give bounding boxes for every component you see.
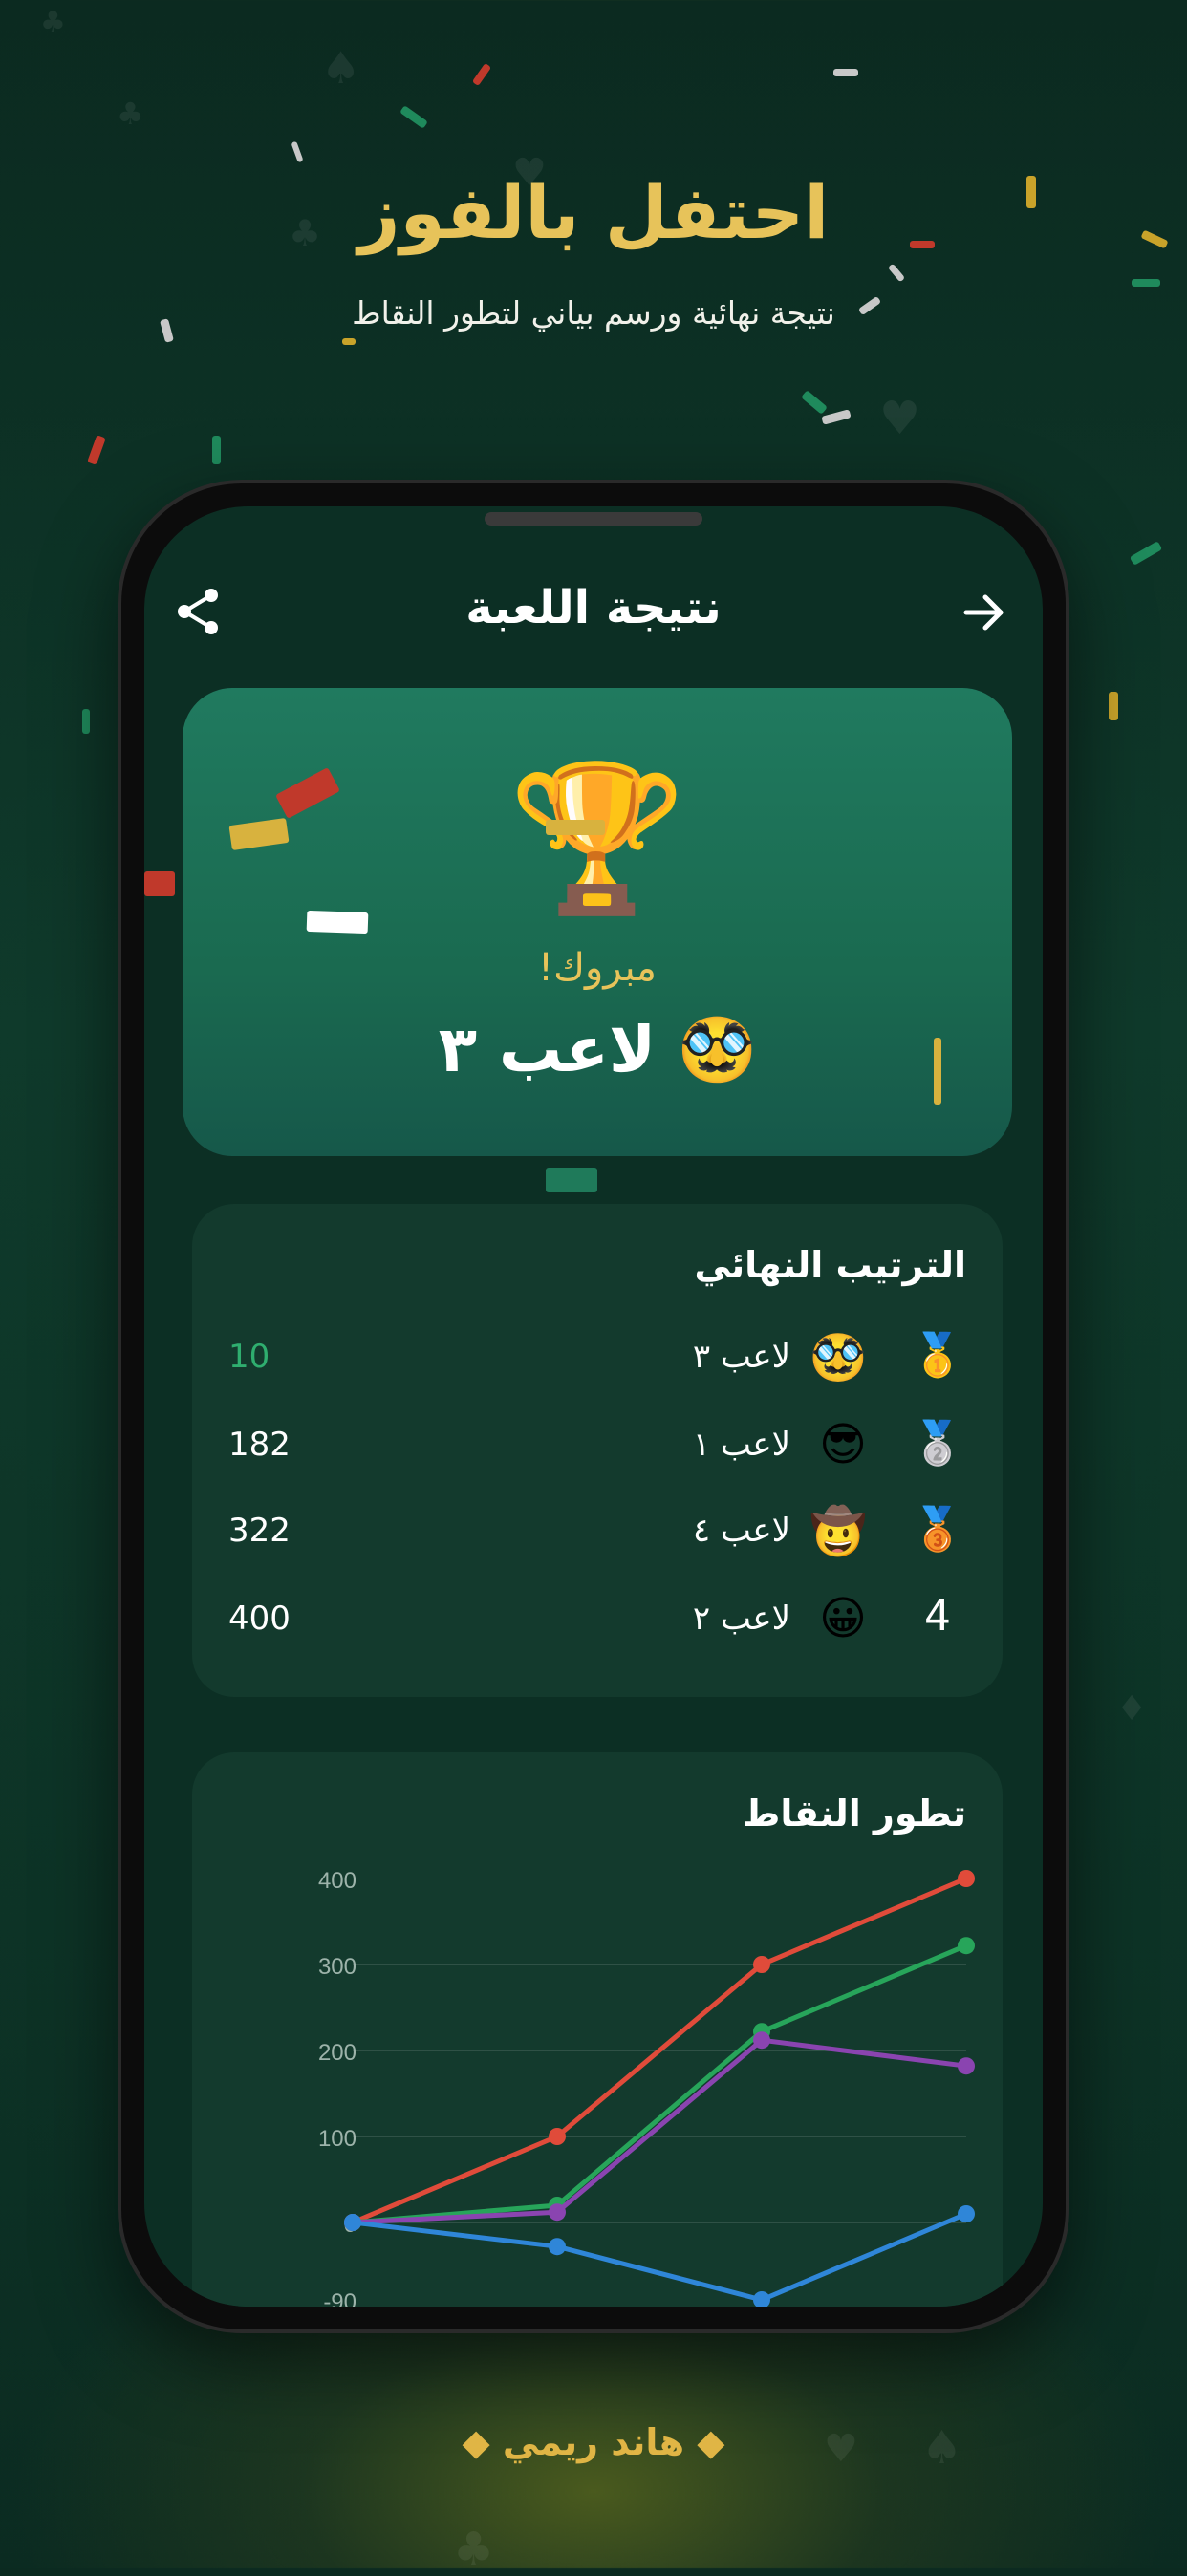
club-icon: ♣ bbox=[40, 6, 66, 39]
data-point bbox=[958, 1937, 975, 1955]
player-name: لاعب ٢ bbox=[692, 1599, 790, 1638]
ranking-title: الترتيب النهائي bbox=[694, 1244, 966, 1286]
data-point bbox=[753, 2291, 770, 2307]
confetti-piece bbox=[546, 820, 605, 835]
rank-number: 4 bbox=[924, 1592, 951, 1641]
player-score: 182 bbox=[228, 1426, 291, 1464]
confetti-piece bbox=[212, 436, 221, 464]
confetti-piece bbox=[306, 910, 369, 934]
player-avatar: 😎 bbox=[818, 1418, 867, 1471]
winner-name-text: لاعب ٣ bbox=[438, 1013, 657, 1086]
winner-name: 🥸 لاعب ٣ bbox=[183, 1013, 1012, 1087]
brand-footer: ◆ هاند ريمي ◆ bbox=[462, 2421, 725, 2463]
page-title: نتيجة اللعبة bbox=[465, 581, 722, 634]
hero-title: احتفل بالفوز bbox=[357, 170, 830, 255]
data-point bbox=[344, 2214, 361, 2231]
silver-medal-icon: 🥈 bbox=[911, 1419, 964, 1468]
confetti-piece bbox=[82, 709, 90, 734]
y-tick-label: 200 bbox=[318, 2040, 356, 2066]
player-avatar: 😀 bbox=[818, 1592, 867, 1645]
data-point bbox=[753, 1956, 770, 1973]
data-point bbox=[958, 2205, 975, 2222]
ranking-row: 🥇 🥸 لاعب ٣ 10 bbox=[228, 1322, 966, 1389]
ranking-row: 🥉 🤠 لاعب ٤ 322 bbox=[228, 1496, 966, 1563]
ranking-row: 🥈 😎 لاعب ١ 182 bbox=[228, 1410, 966, 1477]
player-score: 400 bbox=[228, 1599, 291, 1638]
confetti-piece bbox=[399, 105, 428, 129]
y-tick-label: -90 bbox=[323, 2289, 356, 2307]
player-score: 322 bbox=[228, 1512, 291, 1550]
confetti-piece bbox=[887, 263, 906, 283]
confetti-piece bbox=[471, 62, 492, 87]
app-screen: نتيجة اللعبة 🏆 مبروك! 🥸 لاعب ٣ الترتيب ا… bbox=[144, 506, 1043, 2307]
data-point bbox=[549, 2128, 566, 2145]
confetti-piece bbox=[1129, 541, 1163, 566]
series-line-3 bbox=[352, 2037, 967, 2225]
heart-icon: ♥ bbox=[879, 392, 921, 445]
confetti-piece bbox=[801, 390, 828, 415]
y-tick-label: 100 bbox=[318, 2126, 356, 2152]
player-name: لاعب ٣ bbox=[692, 1338, 790, 1376]
gold-medal-icon: 🥇 bbox=[911, 1331, 964, 1380]
confetti-piece bbox=[833, 69, 858, 76]
confetti-piece bbox=[342, 338, 356, 345]
confetti-piece bbox=[87, 435, 106, 465]
arrow-right-icon[interactable] bbox=[960, 589, 1008, 636]
confetti-piece bbox=[144, 871, 175, 896]
confetti-piece bbox=[291, 140, 304, 163]
player-name: لاعب ٤ bbox=[692, 1512, 790, 1550]
confetti-piece bbox=[934, 1038, 941, 1105]
spade-icon: ♠ bbox=[321, 42, 361, 94]
ranking-card: الترتيب النهائي 🥇 🥸 لاعب ٣ 10 🥈 😎 لاعب ١… bbox=[192, 1204, 1003, 1697]
confetti-piece bbox=[546, 1168, 597, 1192]
congrats-label: مبروك! bbox=[538, 946, 657, 990]
bronze-medal-icon: 🥉 bbox=[911, 1505, 964, 1554]
diamond-icon: ♦ bbox=[1116, 1689, 1148, 1728]
points-line-chart: 4003002001000-90 bbox=[318, 1868, 975, 2307]
phone-notch bbox=[485, 512, 702, 526]
winner-emoji: 🥸 bbox=[678, 1013, 757, 1086]
series-line-2 bbox=[352, 1943, 967, 2225]
y-tick-label: 400 bbox=[318, 1868, 356, 1894]
club-icon: ♣ bbox=[117, 96, 144, 132]
confetti-piece bbox=[1109, 692, 1118, 720]
player-name: لاعب ١ bbox=[692, 1426, 790, 1464]
confetti-piece bbox=[1132, 279, 1160, 287]
y-tick-label: 300 bbox=[318, 1954, 356, 1980]
top-bar: نتيجة اللعبة bbox=[144, 564, 1043, 659]
ranking-row: 4 😀 لاعب ٢ 400 bbox=[228, 1584, 966, 1651]
points-chart-card: تطور النقاط 4003002001000-90 bbox=[192, 1752, 1003, 2307]
data-point bbox=[549, 2238, 566, 2256]
player-score: 10 bbox=[228, 1338, 270, 1376]
data-point bbox=[958, 1870, 975, 1887]
data-point bbox=[549, 2203, 566, 2222]
data-point bbox=[753, 2031, 770, 2050]
hero-subtitle: نتيجة نهائية ورسم بياني لتطور النقاط bbox=[352, 294, 835, 332]
player-avatar: 🥸 bbox=[809, 1331, 867, 1385]
player-avatar: 🤠 bbox=[809, 1505, 867, 1558]
series-line-4 bbox=[352, 2211, 967, 2303]
phone-frame: نتيجة اللعبة 🏆 مبروك! 🥸 لاعب ٣ الترتيب ا… bbox=[118, 480, 1069, 2333]
confetti-piece bbox=[821, 409, 852, 425]
data-point bbox=[958, 2057, 975, 2075]
